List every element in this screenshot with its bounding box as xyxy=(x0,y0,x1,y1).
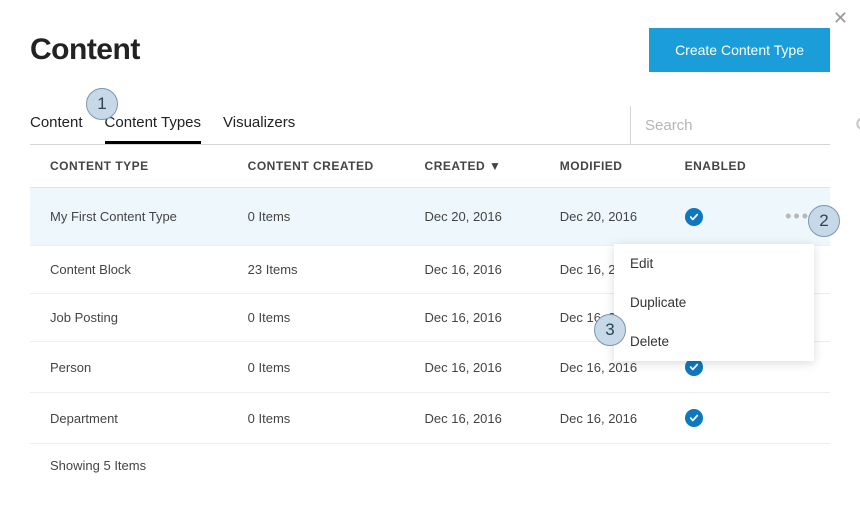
row-actions-menu: EditDuplicateDelete xyxy=(614,244,814,361)
cell-created: Dec 16, 2016 xyxy=(405,342,540,393)
col-header-content-created[interactable]: CONTENT CREATED xyxy=(228,145,405,188)
col-header-modified[interactable]: MODIFIED xyxy=(540,145,665,188)
cell-content-type: Person xyxy=(30,342,228,393)
cell-created: Dec 16, 2016 xyxy=(405,294,540,342)
cell-created: Dec 16, 2016 xyxy=(405,246,540,294)
page-title: Content xyxy=(30,33,140,67)
cell-content-type: My First Content Type xyxy=(30,188,228,246)
callout-badge: 2 xyxy=(808,205,840,237)
callout-badge: 3 xyxy=(594,314,626,346)
cell-actions xyxy=(758,393,830,444)
tab-content[interactable]: Content xyxy=(30,106,83,144)
create-content-type-button[interactable]: Create Content Type xyxy=(649,28,830,72)
cell-content-type: Department xyxy=(30,393,228,444)
cell-content-created: 0 Items xyxy=(228,342,405,393)
cell-created: Dec 16, 2016 xyxy=(405,393,540,444)
search-input[interactable] xyxy=(645,117,844,134)
cell-content-created: 0 Items xyxy=(228,188,405,246)
cell-enabled xyxy=(665,188,759,246)
table-row[interactable]: Department0 ItemsDec 16, 2016Dec 16, 201… xyxy=(30,393,830,444)
col-header-created-label: CREATED xyxy=(425,159,486,173)
cell-modified: Dec 20, 2016 xyxy=(540,188,665,246)
sort-desc-icon: ▼ xyxy=(489,159,501,173)
cell-created: Dec 20, 2016 xyxy=(405,188,540,246)
cell-content-type: Job Posting xyxy=(30,294,228,342)
cell-content-created: 0 Items xyxy=(228,294,405,342)
menu-item-delete[interactable]: Delete xyxy=(614,322,814,361)
cell-content-created: 0 Items xyxy=(228,393,405,444)
tab-strip: Content Content Types Visualizers xyxy=(30,106,630,144)
callout-badge: 1 xyxy=(86,88,118,120)
tab-content-types[interactable]: Content Types xyxy=(105,106,201,144)
cell-content-type: Content Block xyxy=(30,246,228,294)
col-header-created[interactable]: CREATED ▼ xyxy=(405,145,540,188)
col-header-actions xyxy=(758,145,830,188)
table-footer-count: Showing 5 Items xyxy=(30,444,830,488)
col-header-enabled[interactable]: ENABLED xyxy=(665,145,759,188)
menu-item-edit[interactable]: Edit xyxy=(614,244,814,283)
cell-modified: Dec 16, 2016 xyxy=(540,393,665,444)
menu-item-duplicate[interactable]: Duplicate xyxy=(614,283,814,322)
close-icon[interactable]: ✕ xyxy=(833,8,848,29)
tab-visualizers[interactable]: Visualizers xyxy=(223,106,295,144)
col-header-content-type[interactable]: CONTENT TYPE xyxy=(30,145,228,188)
enabled-check-icon xyxy=(685,409,703,427)
table-row[interactable]: My First Content Type0 ItemsDec 20, 2016… xyxy=(30,188,830,246)
search-icon[interactable] xyxy=(854,115,860,135)
cell-content-created: 23 Items xyxy=(228,246,405,294)
cell-enabled xyxy=(665,393,759,444)
enabled-check-icon xyxy=(685,208,703,226)
